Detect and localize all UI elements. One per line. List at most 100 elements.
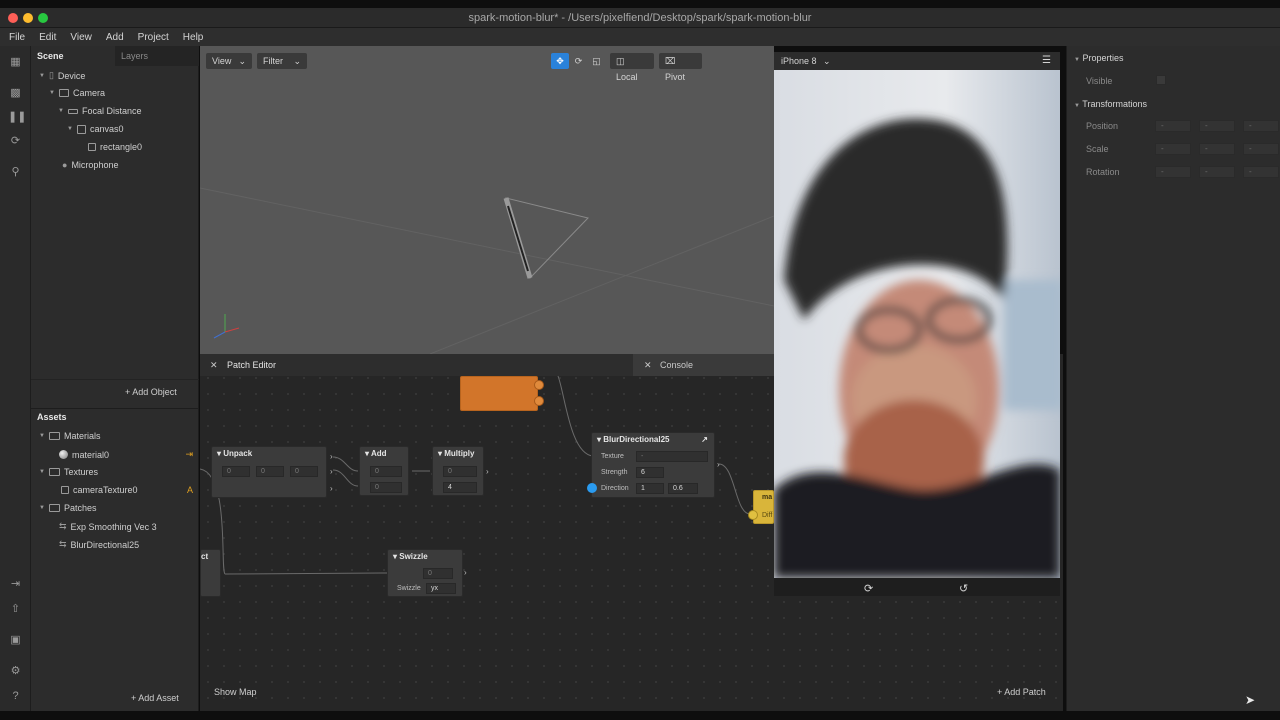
connected-port-icon[interactable] bbox=[587, 483, 597, 493]
minimize-window-button[interactable] bbox=[23, 13, 33, 23]
unpack-x-field[interactable]: 0 bbox=[222, 466, 250, 477]
add-patch-button[interactable]: + Add Patch bbox=[997, 687, 1046, 697]
add-asset-button[interactable]: + Add Asset bbox=[131, 693, 179, 703]
strength-field[interactable]: 6 bbox=[636, 467, 664, 478]
asset-group-materials[interactable]: ▼ Materials bbox=[39, 431, 100, 441]
unpack-y-field[interactable]: 0 bbox=[256, 466, 284, 477]
orange-patch-node[interactable] bbox=[460, 376, 538, 411]
expand-icon[interactable]: ▼ bbox=[39, 469, 45, 475]
transformations-header[interactable]: ▼ Transformations bbox=[1074, 99, 1147, 109]
asset-group-textures[interactable]: ▼ Textures bbox=[39, 467, 98, 477]
output-port-icon[interactable]: › bbox=[330, 467, 333, 476]
output-port-icon[interactable]: › bbox=[330, 484, 333, 493]
multiply-input-2[interactable]: 4 bbox=[443, 482, 477, 493]
expand-icon[interactable]: ▼ bbox=[58, 108, 64, 114]
tree-item-canvas0[interactable]: ▼ canvas0 bbox=[67, 124, 123, 134]
direction-y-field[interactable]: 0.6 bbox=[668, 483, 698, 494]
partial-patch-node[interactable]: ct bbox=[200, 549, 221, 597]
rotation-y-field[interactable]: - bbox=[1199, 166, 1235, 178]
bug-icon[interactable]: ⚙ bbox=[8, 664, 23, 678]
asset-item-exp-smoothing[interactable]: ⇆ Exp Smoothing Vec 3 bbox=[59, 521, 157, 532]
scale-y-field[interactable]: - bbox=[1199, 143, 1235, 155]
tab-scene[interactable]: Scene bbox=[31, 46, 115, 66]
menu-bar: File Edit View Add Project Help bbox=[0, 28, 1280, 46]
output-port-icon[interactable]: › bbox=[717, 460, 720, 469]
tree-item-device[interactable]: ▼ ▯ Device bbox=[39, 70, 85, 81]
switch-camera-icon[interactable]: ⟳ bbox=[864, 582, 873, 595]
position-z-field[interactable]: - bbox=[1243, 120, 1279, 132]
expand-icon[interactable]: ▼ bbox=[49, 90, 55, 96]
asset-item-blurdirectional25[interactable]: ⇆ BlurDirectional25 bbox=[59, 539, 139, 550]
output-port-icon[interactable]: › bbox=[464, 568, 467, 577]
position-y-field[interactable]: - bbox=[1199, 120, 1235, 132]
tree-item-focal-distance[interactable]: ▼ Focal Distance bbox=[58, 106, 141, 116]
direction-x-field[interactable]: 1 bbox=[636, 483, 664, 494]
expand-icon[interactable]: ▼ bbox=[39, 505, 45, 511]
device-selector[interactable]: iPhone 8 ⌄ bbox=[781, 56, 831, 67]
swizzle-input-field[interactable]: 0 bbox=[423, 568, 453, 579]
tree-item-microphone[interactable]: ● Microphone bbox=[62, 160, 118, 170]
expand-icon[interactable]: ▼ bbox=[67, 126, 73, 132]
assets-title: Assets bbox=[37, 412, 67, 422]
menu-project[interactable]: Project bbox=[138, 32, 169, 43]
scale-x-field[interactable]: - bbox=[1155, 143, 1191, 155]
multiply-node[interactable]: ▾ Multiply 0 4 bbox=[432, 446, 484, 496]
visible-checkbox[interactable] bbox=[1156, 75, 1166, 85]
output-port-icon[interactable]: › bbox=[330, 452, 333, 461]
unpack-z-field[interactable]: 0 bbox=[290, 466, 318, 477]
position-x-field[interactable]: - bbox=[1155, 120, 1191, 132]
properties-header[interactable]: ▼ Properties bbox=[1074, 53, 1124, 63]
material-patch-node[interactable]: ma Diff bbox=[753, 490, 774, 524]
menu-view[interactable]: View bbox=[70, 32, 92, 43]
folder-icon[interactable]: ▣ bbox=[8, 633, 23, 647]
expand-icon[interactable]: ▼ bbox=[39, 433, 45, 439]
texture-field[interactable]: - bbox=[636, 451, 708, 462]
output-port-icon[interactable] bbox=[534, 396, 544, 406]
rotate-device-icon[interactable]: ↺ bbox=[959, 582, 968, 595]
swizzle-value-field[interactable]: yx bbox=[426, 583, 456, 594]
node-title-text: Unpack bbox=[223, 449, 253, 458]
add-input-2[interactable]: 0 bbox=[370, 482, 402, 493]
scene-viewport[interactable]: View ⌄ Filter ⌄ ✥ ⟳ ◱ ◫ Local ⌧ Pivot bbox=[200, 46, 774, 354]
menu-file[interactable]: File bbox=[9, 32, 25, 43]
output-port-icon[interactable] bbox=[534, 380, 544, 390]
multiply-input-1[interactable]: 0 bbox=[443, 466, 477, 477]
menu-icon[interactable]: ☰ bbox=[1042, 55, 1051, 66]
scale-z-field[interactable]: - bbox=[1243, 143, 1279, 155]
expand-icon[interactable]: ▼ bbox=[39, 73, 45, 79]
menu-help[interactable]: Help bbox=[183, 32, 204, 43]
refresh-icon[interactable]: ⟳ bbox=[8, 134, 23, 148]
share-icon[interactable]: ⇧ bbox=[8, 602, 23, 616]
tab-layers[interactable]: Layers bbox=[115, 46, 199, 66]
asset-item-material0[interactable]: material0 ⇥ bbox=[59, 449, 193, 460]
add-input-1[interactable]: 0 bbox=[370, 466, 402, 477]
menu-edit[interactable]: Edit bbox=[39, 32, 56, 43]
diffuse-label: Diff bbox=[762, 512, 773, 519]
expand-node-icon[interactable]: ↗ bbox=[701, 433, 708, 447]
help-icon[interactable]: ? bbox=[8, 689, 23, 703]
layout-icon[interactable]: ▦ bbox=[8, 55, 23, 69]
close-window-button[interactable] bbox=[8, 13, 18, 23]
tree-item-camera[interactable]: ▼ Camera bbox=[49, 88, 105, 98]
device-icon[interactable]: ⇥ bbox=[8, 577, 23, 591]
search-icon[interactable]: ⚲ bbox=[8, 165, 23, 179]
blurdirectional-node[interactable]: ▾ BlurDirectional25 ↗ Texture - Strength … bbox=[591, 432, 715, 498]
menu-add[interactable]: Add bbox=[106, 32, 124, 43]
maximize-window-button[interactable] bbox=[38, 13, 48, 23]
asset-item-cameratexture0[interactable]: cameraTexture0 A bbox=[61, 485, 193, 495]
video-icon[interactable]: ▩ bbox=[8, 86, 23, 100]
pause-icon[interactable]: ❚❚ bbox=[8, 110, 26, 124]
unpack-node[interactable]: ▾ Unpack 0 0 0 bbox=[211, 446, 327, 498]
rotation-z-field[interactable]: - bbox=[1243, 166, 1279, 178]
node-title: ▾ Unpack bbox=[212, 447, 326, 461]
output-port-icon[interactable]: › bbox=[486, 467, 489, 476]
show-map-button[interactable]: Show Map bbox=[214, 687, 257, 697]
input-port-icon[interactable] bbox=[748, 510, 758, 520]
scale-label: Scale bbox=[1086, 144, 1109, 154]
rotation-x-field[interactable]: - bbox=[1155, 166, 1191, 178]
add-object-button[interactable]: + Add Object bbox=[125, 387, 177, 397]
tree-item-rectangle0[interactable]: rectangle0 bbox=[88, 142, 142, 152]
asset-group-patches[interactable]: ▼ Patches bbox=[39, 503, 96, 513]
swizzle-node[interactable]: ▾ Swizzle 0 Swizzle yx bbox=[387, 549, 463, 597]
add-node[interactable]: ▾ Add 0 0 bbox=[359, 446, 409, 496]
